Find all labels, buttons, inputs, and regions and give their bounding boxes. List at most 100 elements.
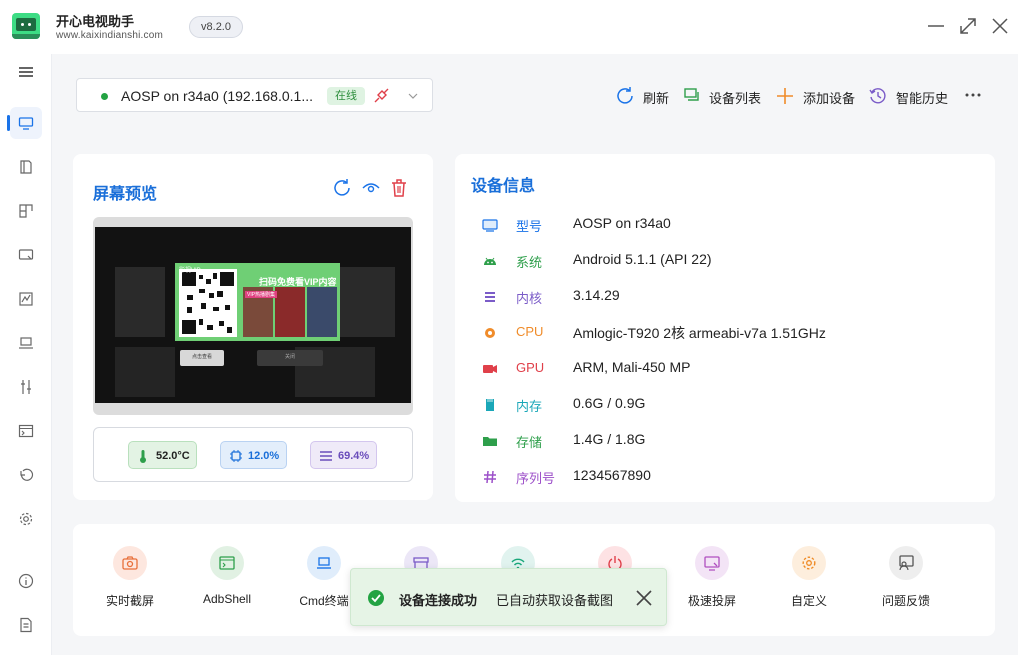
list-icon [320, 451, 332, 461]
info-row-system: 系统 Android 5.1.1 (API 22) [482, 249, 962, 273]
add-device-button[interactable]: 添加设备 [775, 86, 861, 106]
stats-bar: 52.0°C 12.0% 69.4% [93, 427, 413, 482]
screen-tag: VIP热播剧集 [245, 291, 278, 298]
toast-message: 已自动获取设备截图 [496, 593, 614, 608]
sidebar-item-log[interactable] [10, 609, 42, 641]
sidebar-item-device[interactable] [7, 107, 42, 139]
cpu-stat: 12.0% [220, 441, 287, 469]
screen-cast-icon [18, 249, 34, 260]
more-button[interactable] [964, 86, 984, 106]
device-selector[interactable]: AOSP on r34a0 (192.168.0.1... 在线 [76, 78, 433, 112]
version-badge[interactable]: v8.2.0 [189, 16, 243, 38]
device-info-card: 设备信息 型号 AOSP on r34a0 系统 Android 5.1.1 (… [455, 154, 995, 502]
camera-icon [122, 556, 138, 570]
menu-toggle[interactable] [10, 56, 42, 88]
thermometer-icon [140, 450, 146, 463]
tool-feedback[interactable]: 问题反馈 [861, 546, 951, 616]
status-badge: 在线 [327, 87, 365, 105]
info-row-cpu: CPU Amlogic-T920 2核 armeabi-v7a 1.51GHz [482, 321, 962, 345]
app-name: 开心电视助手 [56, 14, 135, 29]
history-button[interactable]: 智能历史 [868, 86, 956, 106]
sidebar-item-laptop[interactable] [10, 327, 42, 359]
sidebar-item-cast[interactable] [10, 239, 42, 271]
plus-icon [777, 88, 793, 104]
screen-preview-card: 屏幕预览 影视VIP 扫码免费看VIP内容 VIP热播剧集 点击查看 关闭 52… [73, 154, 433, 500]
tool-custom[interactable]: 自定义 [764, 546, 854, 616]
minimize-button[interactable] [925, 15, 947, 37]
tool-adbshell[interactable]: AdbShell [182, 546, 272, 616]
grid-icon [19, 204, 33, 218]
tool-screenshot[interactable]: 实时截屏 [85, 546, 175, 616]
refresh-icon[interactable] [333, 178, 353, 198]
close-icon[interactable] [634, 588, 654, 608]
info-row-memory: 内存 0.6G / 0.9G [482, 393, 962, 417]
device-name: AOSP on r34a0 (192.168.0.1... [121, 88, 313, 104]
kernel-icon [485, 292, 495, 302]
hash-icon [484, 470, 496, 484]
memory-stat: 69.4% [310, 441, 377, 469]
expand-icon [960, 18, 976, 34]
eye-icon[interactable] [361, 178, 381, 198]
device-screenshot: 影视VIP 扫码免费看VIP内容 VIP热播剧集 点击查看 关闭 [93, 217, 413, 415]
gear-icon [19, 512, 33, 526]
close-window-button[interactable] [989, 15, 1011, 37]
sidebar-item-about[interactable] [10, 565, 42, 597]
info-title: 设备信息 [471, 178, 536, 195]
device-list-button[interactable]: 设备列表 [682, 86, 768, 106]
screen-banner: 扫码免费看VIP内容 [259, 277, 337, 287]
memory-icon [486, 399, 494, 411]
hamburger-icon [19, 67, 33, 77]
chip-icon [230, 450, 242, 462]
terminal-icon [219, 556, 235, 570]
chart-icon [19, 292, 33, 306]
info-row-model: 型号 AOSP on r34a0 [482, 213, 962, 237]
trash-icon[interactable] [389, 178, 409, 198]
preview-title: 屏幕预览 [93, 186, 158, 203]
tool-fast-cast[interactable]: 极速投屏 [667, 546, 757, 616]
cpu-icon [485, 328, 495, 338]
sidebar-item-terminal[interactable] [10, 415, 42, 447]
sidebar [0, 54, 52, 655]
disconnect-icon[interactable] [372, 87, 390, 105]
check-circle-icon [368, 590, 384, 606]
minimize-icon [928, 25, 944, 27]
sidebar-item-restore[interactable] [10, 459, 42, 491]
app-url: www.kaixindianshi.com [56, 30, 164, 41]
maximize-button[interactable] [957, 15, 979, 37]
app-logo-icon [12, 13, 40, 39]
terminal-icon [18, 424, 34, 438]
laptop-icon [19, 337, 33, 349]
sidebar-item-tools[interactable] [10, 371, 42, 403]
cast-icon [704, 556, 720, 571]
laptop-icon [317, 557, 331, 569]
monitor-icon [18, 117, 34, 130]
document-icon [20, 617, 32, 633]
gpu-icon [483, 365, 497, 373]
success-toast: 设备连接成功 已自动获取设备截图 [350, 568, 667, 626]
undo-icon [20, 468, 34, 481]
tools-icon [21, 380, 31, 394]
sidebar-item-apps[interactable] [10, 195, 42, 227]
refresh-button[interactable]: 刷新 [615, 86, 675, 106]
online-dot [101, 93, 108, 100]
model-icon [482, 219, 498, 232]
refresh-icon [617, 87, 633, 104]
title-bar: 开心电视助手 www.kaixindianshi.com v8.2.0 [0, 0, 1018, 54]
screen-primary-button: 点击查看 [191, 354, 212, 360]
close-icon [992, 18, 1008, 34]
temperature-stat: 52.0°C [128, 441, 197, 469]
screen-secondary-button: 关闭 [284, 354, 295, 360]
gear-icon [802, 556, 816, 570]
device-list-icon [684, 88, 699, 101]
sidebar-item-settings[interactable] [10, 503, 42, 535]
more-icon [965, 93, 981, 97]
toast-title: 设备连接成功 [399, 593, 478, 608]
info-row-gpu: GPU ARM, Mali-450 MP [482, 357, 962, 381]
book-icon [20, 160, 32, 174]
folder-icon [483, 437, 497, 446]
sidebar-item-files[interactable] [10, 151, 42, 183]
info-row-kernel: 内核 3.14.29 [482, 285, 962, 309]
info-row-storage: 存储 1.4G / 1.8G [482, 429, 962, 453]
sidebar-item-monitor[interactable] [10, 283, 42, 315]
screen-brand: 影视VIP [179, 268, 201, 274]
